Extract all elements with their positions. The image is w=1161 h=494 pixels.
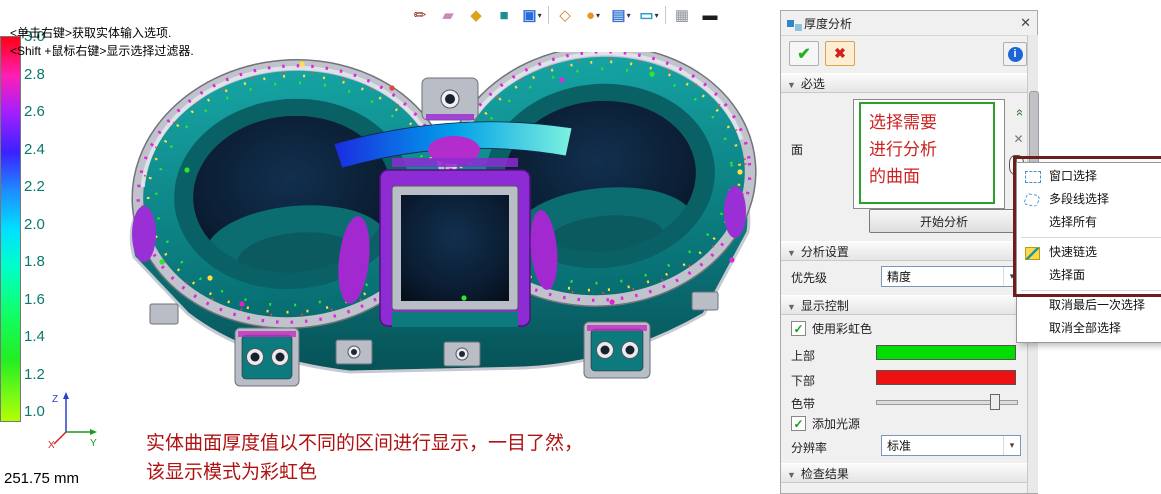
slider-thumb[interactable] bbox=[990, 394, 1000, 410]
wire-cube-icon[interactable]: ◇ bbox=[553, 4, 577, 26]
band-label: 色带 bbox=[791, 395, 815, 412]
import-package-icon[interactable]: ▣▾ bbox=[520, 4, 544, 26]
light-checkbox[interactable]: ✓ 添加光源 bbox=[791, 415, 860, 432]
scale-tick: 1.4 bbox=[24, 328, 45, 345]
dropdown-arrow-icon: ▾ bbox=[538, 11, 542, 20]
scale-tick: 2.8 bbox=[24, 66, 45, 83]
box-tool-icon[interactable]: ■ bbox=[492, 4, 516, 26]
checkbox-icon: ✓ bbox=[791, 321, 806, 336]
scale-tick: 2.0 bbox=[24, 216, 45, 233]
model-top-tab[interactable] bbox=[422, 78, 478, 120]
dropdown-arrow-icon: ▾ bbox=[1003, 436, 1020, 455]
section-header-settings[interactable]: ▼分析设置 bbox=[781, 241, 1027, 261]
caption-line-1: 实体曲面厚度值以不同的区间进行显示，一目了然， bbox=[146, 429, 583, 458]
clear-selection-button[interactable]: ✕ bbox=[1009, 129, 1028, 148]
annotation-highlight-box bbox=[1013, 156, 1161, 297]
dropdown-arrow-icon: ▾ bbox=[627, 11, 631, 20]
toolbar-separator bbox=[548, 6, 549, 24]
triad-x-label: X bbox=[48, 440, 55, 450]
cross-icon: ✖ bbox=[834, 45, 846, 62]
clear-icon: ✕ bbox=[1013, 132, 1023, 146]
model-screw-boss-left[interactable] bbox=[235, 328, 299, 386]
collapse-arrow-icon: ▼ bbox=[787, 248, 796, 258]
menu-item-undo-last-selection[interactable]: 取消最后一次选择 bbox=[1017, 294, 1161, 317]
scale-labels: 3.0 2.8 2.6 2.4 2.2 2.0 1.8 1.6 1.4 1.2 … bbox=[24, 28, 45, 420]
ok-button[interactable]: ✔ bbox=[789, 41, 819, 66]
dropdown-arrow-icon: ▾ bbox=[596, 11, 600, 20]
menu-item-clear-all-selection[interactable]: 取消全部选择 bbox=[1017, 317, 1161, 340]
face-label: 面 bbox=[791, 141, 803, 158]
info-button[interactable]: i bbox=[1003, 42, 1027, 66]
lower-label: 下部 bbox=[791, 372, 815, 389]
scale-tick: 1.0 bbox=[24, 403, 45, 420]
panel-title: 厚度分析 bbox=[804, 15, 852, 32]
caption-line-2: 该显示模式为彩虹色 bbox=[146, 458, 583, 487]
toolbar-separator bbox=[665, 6, 666, 24]
priority-label: 优先级 bbox=[791, 269, 827, 286]
model-screw-boss-right[interactable] bbox=[584, 322, 650, 378]
diamond-tool-icon[interactable]: ◆ bbox=[464, 4, 488, 26]
scale-tick: 1.8 bbox=[24, 253, 45, 270]
section-header-required[interactable]: ▼必选 bbox=[781, 73, 1027, 93]
scale-tick: 2.4 bbox=[24, 141, 45, 158]
display-monitor-icon[interactable]: ▦ bbox=[670, 4, 694, 26]
rainbow-checkbox[interactable]: ✓ 使用彩虹色 bbox=[791, 320, 872, 337]
hint-line-1: <单击右键>获取实体输入选项. bbox=[10, 24, 194, 42]
thickness-analysis-panel: 厚度分析 ✕ ✔ ✖ i ▼必选 面 选择需要 进行分析 的曲面 » ✕ 开始分… bbox=[780, 10, 1038, 494]
collapse-arrow-icon: ▼ bbox=[787, 80, 796, 90]
eraser-icon[interactable]: ▰ bbox=[436, 4, 460, 26]
model-center-opening[interactable] bbox=[380, 170, 530, 327]
section-bar-icon[interactable]: ▬ bbox=[698, 4, 722, 26]
cancel-button[interactable]: ✖ bbox=[825, 41, 855, 66]
caption-text: 实体曲面厚度值以不同的区间进行显示，一目了然， 该显示模式为彩虹色 bbox=[146, 429, 583, 487]
measurement-readout: 251.75 mm bbox=[4, 470, 79, 487]
panel-icon bbox=[787, 20, 794, 27]
triad-y-label: Y bbox=[90, 438, 97, 449]
resolution-dropdown[interactable]: 标准 ▾ bbox=[881, 435, 1021, 456]
collapse-arrow-icon: ▼ bbox=[787, 302, 796, 312]
top-toolbar: ✏ ▰ ◆ ■ ▣▾ ◇ ●▾ ▤▾ ▭▾ ▦ ▬ bbox=[408, 3, 722, 27]
application-window: <单击右键>获取实体输入选项. <Shift +鼠标右键>显示选择过滤器. 3.… bbox=[0, 0, 1161, 494]
prompt-hints: <单击右键>获取实体输入选项. <Shift +鼠标右键>显示选择过滤器. bbox=[10, 24, 194, 60]
section-header-display[interactable]: ▼显示控制 bbox=[781, 295, 1027, 315]
priority-dropdown[interactable]: 精度 ▾ bbox=[881, 266, 1021, 287]
section-header-results[interactable]: ▼检查结果 bbox=[781, 463, 1027, 483]
thickness-color-scale bbox=[0, 36, 21, 422]
scale-tick: 1.6 bbox=[24, 291, 45, 308]
checkbox-icon: ✓ bbox=[791, 416, 806, 431]
scale-tick: 2.6 bbox=[24, 103, 45, 120]
measure-ruler-icon[interactable]: ▭▾ bbox=[637, 4, 661, 26]
panel-titlebar[interactable]: 厚度分析 ✕ bbox=[781, 11, 1037, 36]
resolution-label: 分辨率 bbox=[791, 439, 827, 456]
upper-label: 上部 bbox=[791, 347, 815, 364]
band-slider[interactable] bbox=[876, 393, 1016, 409]
scale-tick: 1.2 bbox=[24, 366, 45, 383]
collapse-field-button[interactable]: » bbox=[1009, 103, 1028, 122]
annotation-callout: 选择需要 进行分析 的曲面 bbox=[859, 102, 995, 204]
hint-line-2: <Shift +鼠标右键>显示选择过滤器. bbox=[10, 42, 194, 60]
orientation-triad: Z Y X bbox=[48, 388, 100, 450]
scale-tick: 2.2 bbox=[24, 178, 45, 195]
check-icon: ✔ bbox=[797, 44, 810, 64]
panel-close-button[interactable]: ✕ bbox=[1020, 15, 1031, 31]
lower-color-swatch[interactable] bbox=[876, 370, 1016, 385]
dropdown-arrow-icon: ▾ bbox=[655, 11, 659, 20]
start-analysis-button[interactable]: 开始分析 bbox=[869, 209, 1019, 233]
sphere-tool-icon[interactable]: ●▾ bbox=[581, 4, 605, 26]
collapse-arrow-icon: ▼ bbox=[787, 470, 796, 480]
pick-tool-icon[interactable]: ✏ bbox=[408, 4, 432, 26]
double-chevron-icon: » bbox=[1011, 109, 1026, 116]
upper-color-swatch[interactable] bbox=[876, 345, 1016, 360]
info-icon: i bbox=[1008, 47, 1023, 62]
model-viewport[interactable] bbox=[92, 52, 784, 434]
triad-z-label: Z bbox=[52, 394, 58, 405]
window-panel-icon[interactable]: ▤▾ bbox=[609, 4, 633, 26]
